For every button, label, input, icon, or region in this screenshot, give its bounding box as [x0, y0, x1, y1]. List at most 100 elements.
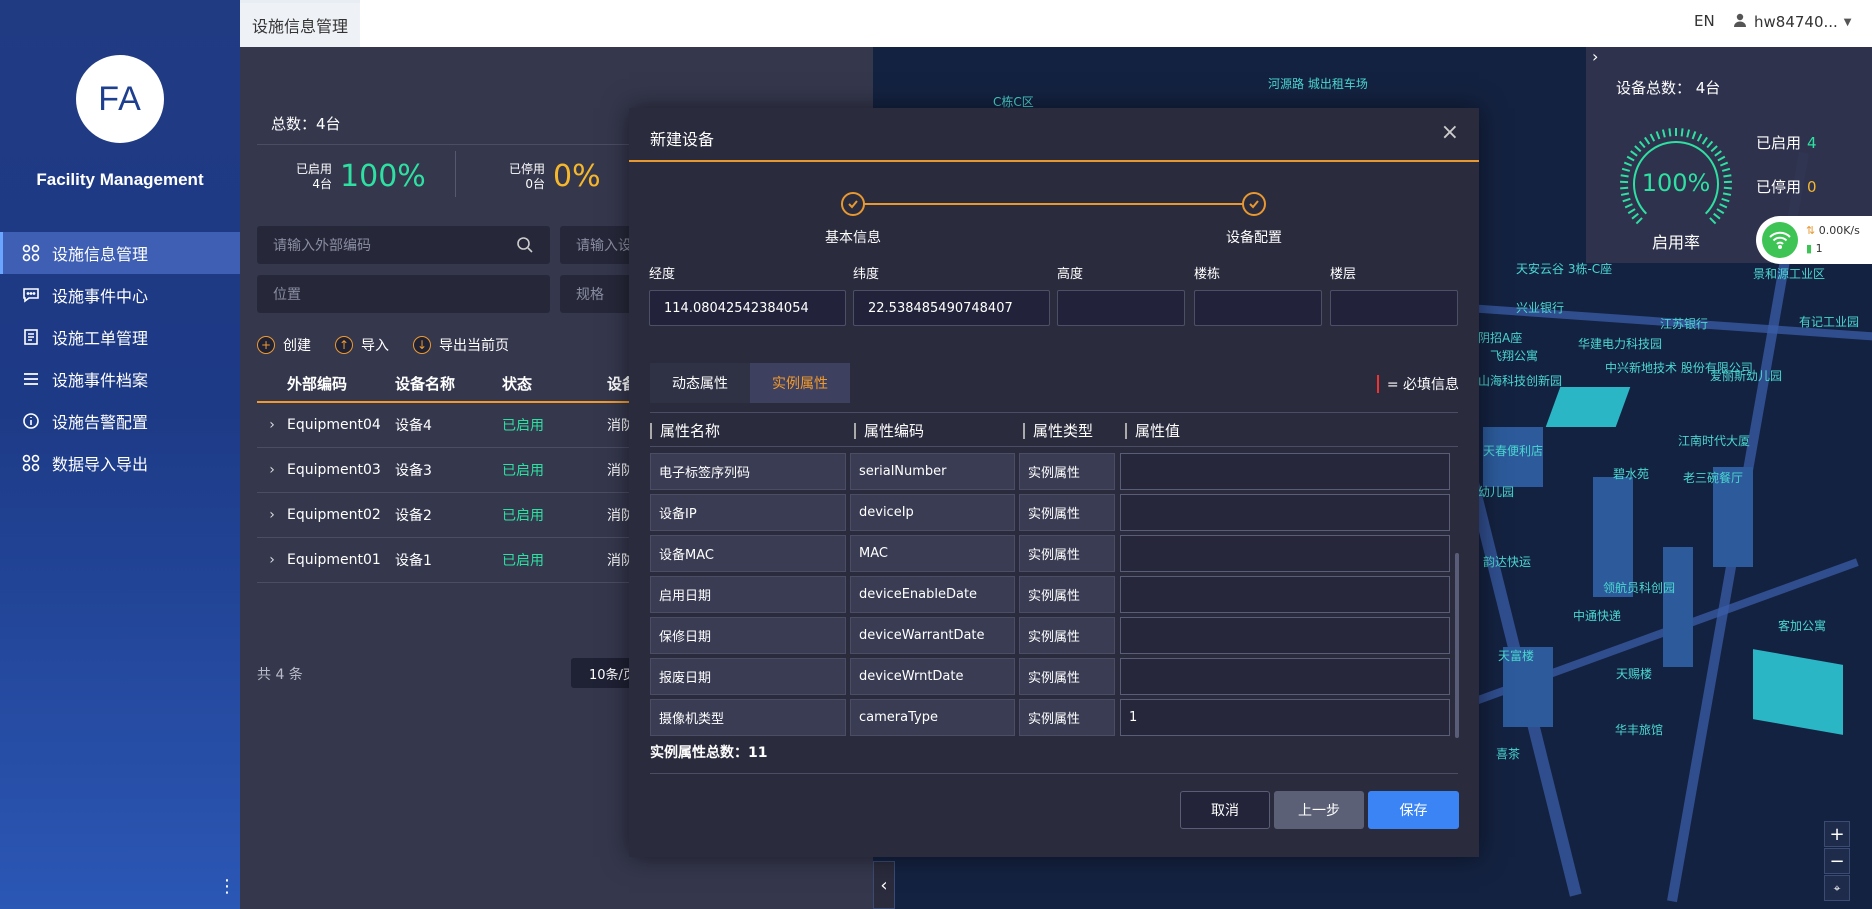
property-value-input[interactable]: [1120, 576, 1450, 613]
collapse-left-icon[interactable]: ‹: [873, 861, 895, 909]
locate-icon[interactable]: ⌖: [1824, 875, 1850, 901]
signal-icon: ⇅: [1806, 224, 1816, 237]
disabled-label: 已停用: [509, 161, 546, 176]
prop-header-code: 属性编码: [854, 420, 924, 441]
sidebar-item-event-archive[interactable]: 设施事件档案: [0, 358, 240, 400]
network-status-badge[interactable]: ⇅ 0.00K/s ▮ 1: [1756, 216, 1872, 264]
property-row: 保修日期 deviceWarrantDate 实例属性: [650, 617, 1450, 654]
building-field[interactable]: [1194, 290, 1322, 326]
import-button[interactable]: ↑ 导入: [335, 335, 389, 355]
gauge-tick: [1655, 131, 1661, 140]
property-type: 实例属性: [1019, 658, 1115, 695]
col-device-name[interactable]: 设备名称: [395, 373, 502, 394]
property-value-input[interactable]: [1120, 535, 1450, 572]
expand-chevron-icon[interactable]: ›: [257, 417, 287, 433]
sidebar-item-label: 设施事件中心: [52, 287, 149, 306]
zoom-out-button[interactable]: −: [1824, 848, 1850, 874]
property-row: 摄像机类型 cameraType 实例属性 1: [650, 699, 1450, 736]
col-status[interactable]: 状态: [502, 373, 607, 394]
property-type: 实例属性: [1019, 617, 1115, 654]
user-menu[interactable]: hw84740... ▼: [1732, 12, 1852, 32]
property-value-input[interactable]: [1120, 494, 1450, 531]
gauge-tick: [1719, 161, 1729, 167]
longitude-field[interactable]: 114.08042542384054: [649, 290, 846, 326]
gauge-tick: [1719, 203, 1728, 209]
property-name: 保修日期: [650, 617, 846, 654]
search-icon[interactable]: [516, 236, 534, 258]
row-status: 已启用: [502, 463, 544, 479]
row-name: 设备4: [395, 418, 432, 434]
property-row: 设备MAC MAC 实例属性: [650, 535, 1450, 572]
collapse-right-icon[interactable]: ›: [1592, 47, 1598, 66]
more-vertical-icon[interactable]: ⋮: [218, 876, 236, 897]
sidebar-item-data-import-export[interactable]: 数据导入导出: [0, 442, 240, 484]
expand-chevron-icon[interactable]: ›: [257, 462, 287, 478]
expand-chevron-icon[interactable]: ›: [257, 552, 287, 568]
net-count-value: 1: [1815, 242, 1823, 255]
property-scrollbar[interactable]: [1455, 553, 1459, 738]
enabled-count: 4台: [312, 176, 333, 191]
close-icon[interactable]: ×: [1441, 120, 1459, 145]
map-label: 韵达快运: [1483, 555, 1532, 569]
stats-disabled-num: 0: [1807, 178, 1817, 196]
gauge-tick: [1630, 150, 1638, 157]
language-switch[interactable]: EN: [1694, 12, 1715, 30]
gauge-tick: [1691, 131, 1697, 140]
sidebar-item-label: 数据导入导出: [52, 455, 149, 474]
attribute-tabs: 动态属性 实例属性: [650, 363, 850, 403]
height-field[interactable]: [1057, 290, 1185, 326]
stats-enabled-num: 4: [1807, 134, 1817, 152]
step-2-check-icon: [1242, 192, 1266, 216]
save-button[interactable]: 保存: [1368, 791, 1459, 829]
property-code: deviceEnableDate: [850, 576, 1015, 613]
property-code: deviceWarrantDate: [850, 617, 1015, 654]
sidebar-item-alarm-config[interactable]: 设施告警配置: [0, 400, 240, 442]
floor-field[interactable]: [1330, 290, 1458, 326]
map-label: 客加公寓: [1778, 619, 1827, 633]
enable-rate-label: 启用率: [1651, 233, 1700, 252]
row-status: 已启用: [502, 508, 544, 524]
map-label: 华丰旅馆: [1615, 723, 1664, 737]
gauge-tick: [1624, 203, 1633, 209]
external-code-placeholder: 请输入外部编码: [273, 238, 371, 254]
tab-dynamic-attributes[interactable]: 动态属性: [650, 363, 750, 403]
step-1-check-icon: [841, 192, 865, 216]
row-code: Equipment01: [287, 552, 381, 568]
property-value-input[interactable]: [1120, 453, 1450, 490]
property-type: 实例属性: [1019, 535, 1115, 572]
map-label: 天春便利店: [1483, 444, 1544, 458]
cancel-button[interactable]: 取消: [1180, 791, 1270, 829]
sidebar-item-event-center[interactable]: 设施事件中心: [0, 274, 240, 316]
building-label: 楼栋: [1194, 267, 1221, 282]
map-label: 老三碗餐厅: [1683, 471, 1744, 485]
stats-disabled-label: 已停用: [1756, 178, 1802, 196]
property-value-input[interactable]: 1: [1120, 699, 1450, 736]
sidebar-item-work-order[interactable]: 设施工单管理: [0, 316, 240, 358]
gauge-tick: [1701, 136, 1708, 145]
property-value-input[interactable]: [1120, 658, 1450, 695]
previous-step-button[interactable]: 上一步: [1274, 791, 1364, 829]
col-external-code[interactable]: 外部编码: [287, 373, 395, 394]
map-label: 中通快递: [1573, 609, 1622, 623]
chat-icon: [22, 286, 40, 304]
export-button[interactable]: ↓ 导出当前页: [413, 335, 509, 355]
sidebar-item-facility-info[interactable]: 设施信息管理: [0, 232, 240, 274]
tab-facility-info[interactable]: 设施信息管理: [240, 0, 360, 47]
external-code-input[interactable]: 请输入外部编码: [257, 226, 550, 264]
gauge-tick: [1638, 140, 1646, 149]
gauge-tick: [1706, 140, 1714, 149]
zoom-in-button[interactable]: +: [1824, 821, 1850, 847]
map-label: 有记工业园: [1799, 315, 1860, 329]
latitude-field[interactable]: 22.538485490748407: [853, 290, 1050, 326]
import-label: 导入: [361, 338, 389, 354]
location-input[interactable]: 位置: [257, 275, 550, 313]
map-label: 碧水苑: [1613, 467, 1650, 481]
required-note: = 必填信息: [1376, 374, 1459, 394]
expand-chevron-icon[interactable]: ›: [257, 507, 287, 523]
prop-header-type: 属性类型: [1023, 420, 1093, 441]
create-button[interactable]: + 创建: [257, 335, 311, 355]
gauge-tick: [1696, 133, 1703, 142]
property-value-input[interactable]: [1120, 617, 1450, 654]
tab-instance-attributes[interactable]: 实例属性: [750, 363, 850, 403]
map-label: 飞翔公寓: [1490, 349, 1539, 363]
